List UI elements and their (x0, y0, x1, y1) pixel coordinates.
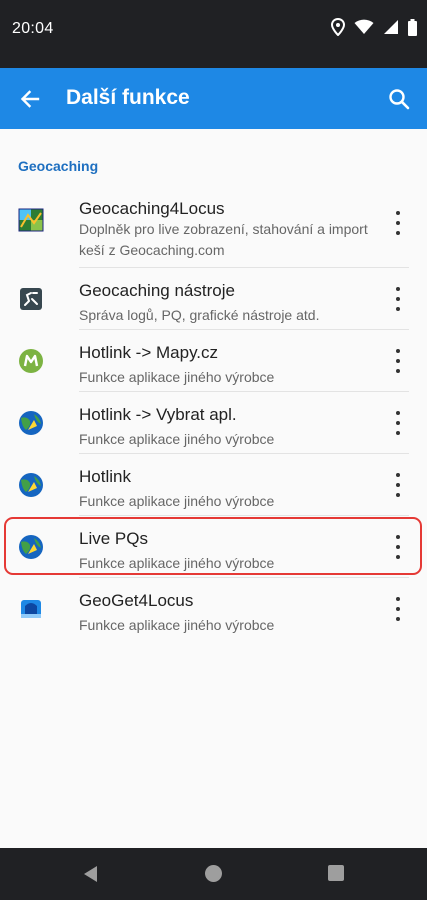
list-item-geocaching-tools[interactable]: Geocaching nástroje Správa logů, PQ, gra… (0, 268, 427, 330)
nav-recents-icon[interactable] (328, 865, 344, 881)
status-time: 20:04 (12, 20, 54, 37)
more-options-button[interactable] (391, 411, 405, 435)
mapy-cz-icon (19, 349, 43, 373)
nav-back-icon[interactable] (82, 865, 100, 883)
more-options-button[interactable] (391, 287, 405, 311)
item-subtitle: Doplněk pro live zobrazení, stahování a … (79, 221, 368, 258)
list-item-hotlink-mapy-cz[interactable]: Hotlink -> Mapy.cz Funkce aplikace jinéh… (0, 330, 427, 392)
app-bar: Další funkce (0, 68, 427, 129)
more-options-button[interactable] (391, 473, 405, 497)
list-item-live-pqs[interactable]: Live PQs Funkce aplikace jiného výrobce (0, 516, 427, 578)
item-subtitle: Funkce aplikace jiného výrobce (79, 493, 275, 509)
item-title: Geocaching4Locus (79, 199, 225, 218)
wifi-icon (354, 19, 374, 34)
location-icon (331, 18, 345, 36)
arrow-back-icon (20, 90, 40, 108)
nav-home-icon[interactable] (205, 865, 222, 882)
item-title: Live PQs (79, 529, 148, 548)
search-icon (389, 89, 410, 110)
more-options-button[interactable] (391, 211, 405, 235)
item-subtitle: Funkce aplikace jiného výrobce (79, 431, 275, 447)
list-item-geoget4locus[interactable]: GeoGet4Locus Funkce aplikace jiného výro… (0, 578, 427, 640)
item-subtitle: Funkce aplikace jiného výrobce (79, 369, 275, 385)
feature-list: Geocaching4Locus Doplněk pro live zobraz… (0, 177, 427, 640)
status-bar: 20:04 (0, 0, 427, 68)
geocaching-tools-icon (20, 288, 42, 310)
status-icons (331, 18, 417, 36)
globe-icon (19, 535, 43, 559)
item-title: Hotlink -> Vybrat apl. (79, 405, 237, 424)
system-nav-bar (0, 848, 427, 900)
list-item-geocaching4locus[interactable]: Geocaching4Locus Doplněk pro live zobraz… (0, 177, 427, 268)
item-subtitle: Funkce aplikace jiného výrobce (79, 555, 275, 571)
back-button[interactable] (12, 81, 48, 117)
search-button[interactable] (381, 81, 417, 117)
content-area: Geocaching Geocaching4Locus Doplněk pro … (0, 129, 427, 848)
geocaching4locus-icon (18, 208, 44, 232)
list-item-hotlink-vybrat-apl[interactable]: Hotlink -> Vybrat apl. Funkce aplikace j… (0, 392, 427, 454)
item-subtitle: Funkce aplikace jiného výrobce (79, 617, 275, 633)
section-header: Geocaching (18, 158, 99, 174)
item-title: Hotlink -> Mapy.cz (79, 343, 219, 362)
item-subtitle: Správa logů, PQ, grafické nástroje atd. (79, 307, 320, 323)
item-title: Hotlink (79, 467, 131, 486)
signal-icon (384, 20, 398, 34)
more-options-button[interactable] (391, 597, 405, 621)
globe-icon (19, 473, 43, 497)
more-options-button[interactable] (391, 535, 405, 559)
item-title: Geocaching nástroje (79, 281, 235, 300)
globe-icon (19, 411, 43, 435)
geoget-icon (21, 600, 41, 618)
page-title: Další funkce (66, 86, 190, 109)
battery-icon (408, 18, 417, 36)
list-item-hotlink[interactable]: Hotlink Funkce aplikace jiného výrobce (0, 454, 427, 516)
item-title: GeoGet4Locus (79, 591, 194, 610)
more-options-button[interactable] (391, 349, 405, 373)
